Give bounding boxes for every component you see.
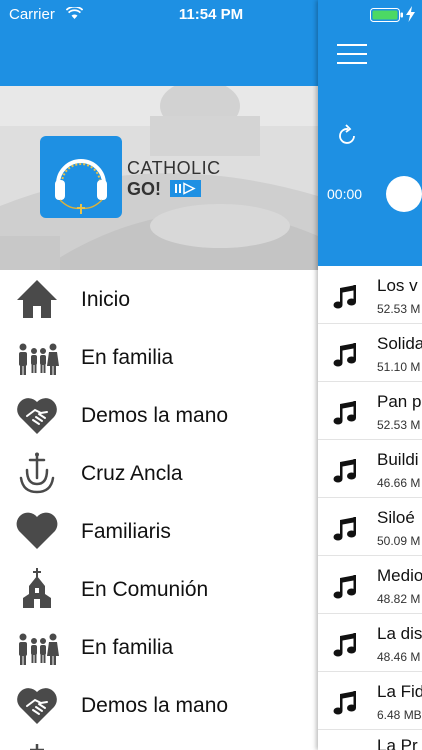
track-title: Medio <box>377 566 422 585</box>
headphones-icon <box>55 159 107 214</box>
menu-item-demos-la-mano-2[interactable]: Demos la mano <box>0 676 318 734</box>
track-title: Pan p <box>377 392 422 411</box>
app-logo <box>40 136 122 218</box>
heart-handshake-icon <box>17 688 57 724</box>
track-title: Solida <box>377 334 422 353</box>
music-note-icon <box>333 575 356 599</box>
track-row[interactable]: Medio 48.82 M <box>318 556 422 614</box>
track-row[interactable]: Buildi 46.66 M <box>318 440 422 498</box>
audio-player: 00:00 <box>318 86 422 266</box>
track-size: 51.10 M <box>377 360 421 374</box>
app-brand: CATHOLIC GO! <box>127 158 221 200</box>
menu-item-label: Inicio <box>81 288 131 311</box>
music-note-icon <box>333 691 356 715</box>
menu-item-label: En Comunión <box>81 578 209 601</box>
drawer-menu: Inicio En familia Demos la mano Cruz Anc… <box>0 270 318 750</box>
anchor-cross-icon <box>30 744 44 750</box>
heart-handshake-icon <box>17 398 57 434</box>
main-panel: 00:00 Los v 52.53 M Solida 51.10 M Pan p… <box>318 0 422 750</box>
menu-item-demos-la-mano[interactable]: Demos la mano <box>0 386 318 444</box>
play-badge-icon <box>170 180 201 197</box>
charging-icon <box>406 6 415 22</box>
track-size: 52.53 M <box>377 418 421 432</box>
hamburger-menu-icon[interactable] <box>337 43 367 65</box>
music-note-icon <box>333 517 356 541</box>
house-icon <box>17 280 57 318</box>
music-note-icon <box>333 285 356 309</box>
track-row[interactable]: Pan p 52.53 M <box>318 382 422 440</box>
track-row[interactable]: Solida 51.10 M <box>318 324 422 382</box>
church-icon <box>23 568 51 608</box>
track-row[interactable]: Los v 52.53 M <box>318 266 422 324</box>
track-size: 6.48 MB <box>377 708 422 722</box>
clock: 11:54 PM <box>178 6 244 23</box>
track-size: 46.66 M <box>377 476 421 490</box>
menu-item-en-comunion[interactable]: En Comunión <box>0 560 318 618</box>
heart-icon <box>16 512 58 549</box>
track-list: Los v 52.53 M Solida 51.10 M Pan p 52.53… <box>318 266 422 750</box>
track-size: 48.46 M <box>377 650 421 664</box>
track-title: Siloé <box>377 508 415 527</box>
music-note-icon <box>333 343 356 367</box>
menu-item-label: Demos la mano <box>81 694 229 717</box>
track-title: Buildi <box>377 450 419 469</box>
family-icon <box>19 343 59 375</box>
brand-line1: CATHOLIC <box>127 158 221 178</box>
anchor-cross-icon <box>19 452 55 494</box>
music-note-icon <box>333 459 356 483</box>
music-note-icon <box>333 633 356 657</box>
menu-item-familiaris[interactable]: Familiaris <box>0 502 318 560</box>
menu-item-partial[interactable] <box>0 734 318 750</box>
track-size: 48.82 M <box>377 592 421 606</box>
track-row[interactable]: Siloé 50.09 M <box>318 498 422 556</box>
menu-item-label: En familia <box>81 346 174 369</box>
battery-icon <box>370 8 403 22</box>
track-title: La Pr <box>377 736 418 750</box>
side-drawer: CATHOLIC GO! Inicio En familia Demos la … <box>0 0 318 750</box>
track-title: La dis <box>377 624 422 643</box>
menu-item-cruz-ancla[interactable]: Cruz Ancla <box>0 444 318 502</box>
track-row[interactable]: La Pr <box>318 730 422 750</box>
music-note-icon <box>333 401 356 425</box>
track-row[interactable]: La Fid 6.48 MB <box>318 672 422 730</box>
track-size: 50.09 M <box>377 534 421 548</box>
menu-item-en-familia[interactable]: En familia <box>0 328 318 386</box>
progress-slider-thumb[interactable] <box>386 176 422 212</box>
menu-item-label: Cruz Ancla <box>81 462 183 485</box>
track-size: 52.53 M <box>377 302 421 316</box>
elapsed-time: 00:00 <box>327 186 363 202</box>
status-bar: Carrier 11:54 PM <box>0 0 422 30</box>
menu-item-en-familia-2[interactable]: En familia <box>0 618 318 676</box>
track-row[interactable]: La dis 48.46 M <box>318 614 422 672</box>
menu-item-inicio[interactable]: Inicio <box>0 270 318 328</box>
track-title: Los v <box>377 276 418 295</box>
family-icon <box>19 633 59 665</box>
menu-item-label: Demos la mano <box>81 404 229 427</box>
track-title: La Fid <box>377 682 422 701</box>
replay-icon[interactable] <box>338 124 358 146</box>
menu-item-label: Familiaris <box>81 520 171 543</box>
menu-item-label: En familia <box>81 636 174 659</box>
